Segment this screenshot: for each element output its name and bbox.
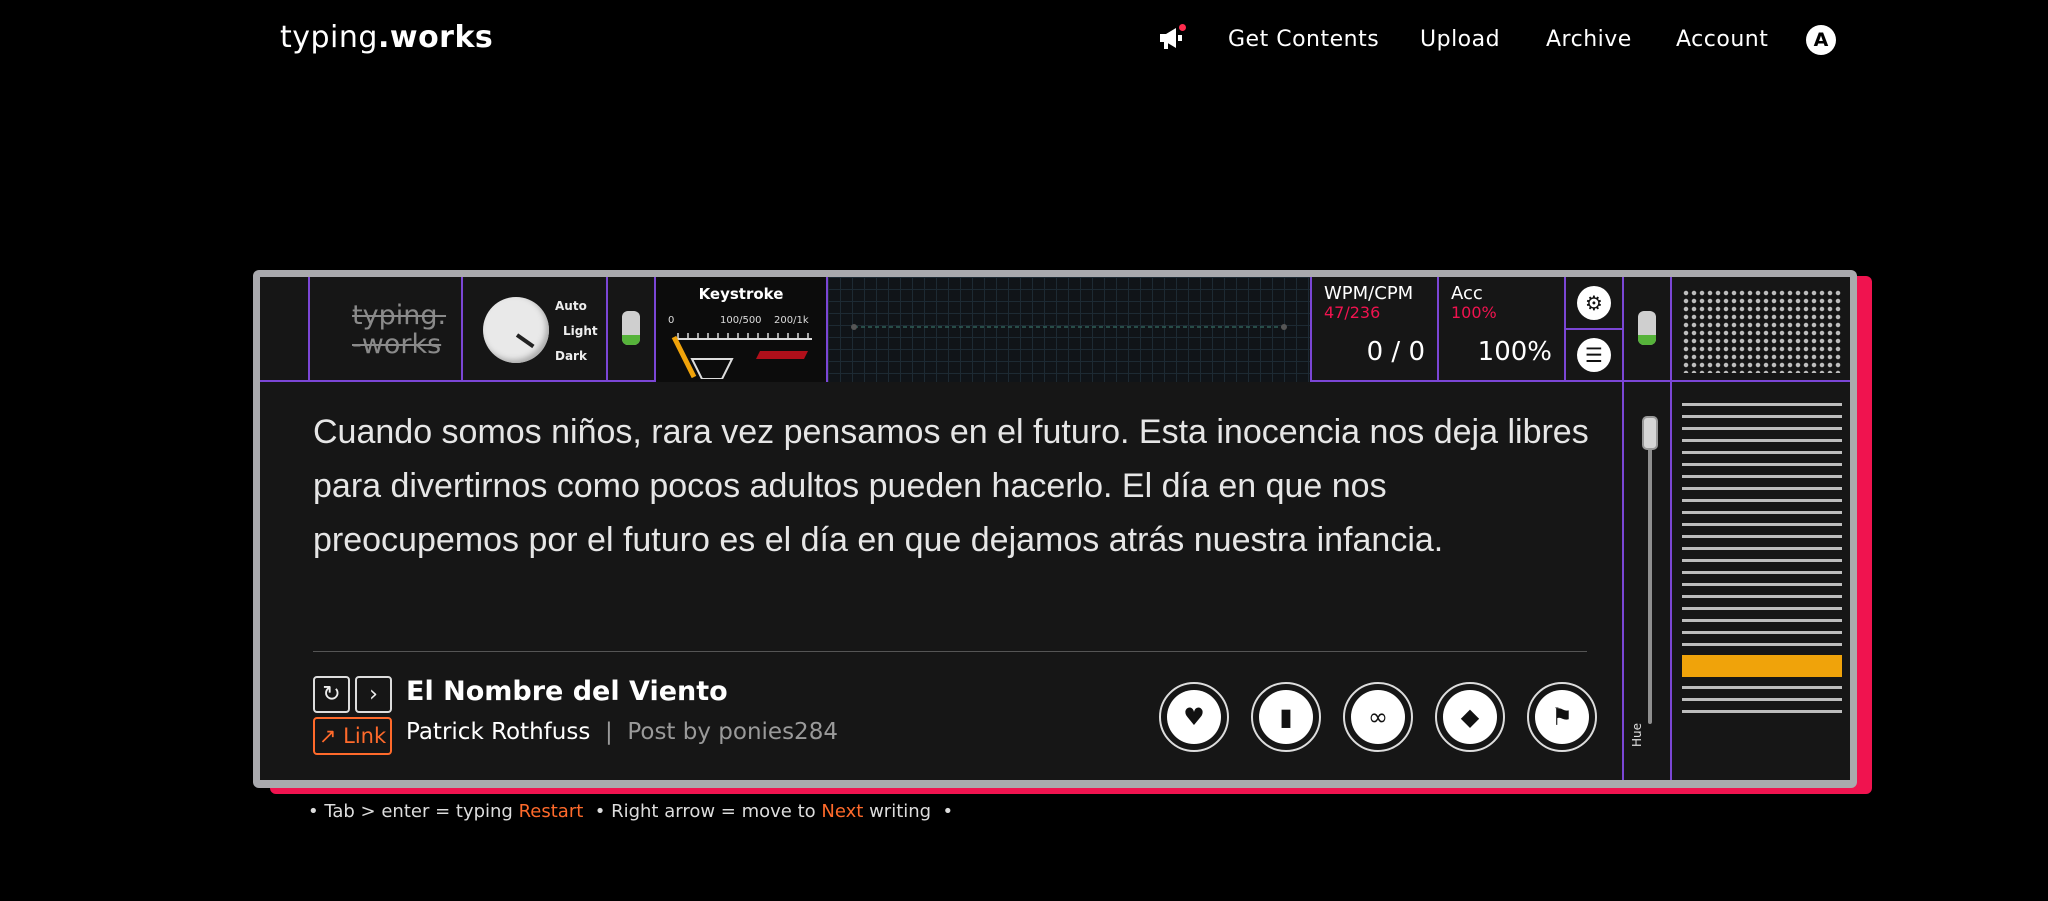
megaphone-icon[interactable] [1158, 24, 1186, 52]
hue-slider-track[interactable] [1648, 438, 1652, 724]
notification-dot [1179, 24, 1186, 31]
acc-label: Acc [1451, 283, 1483, 304]
power-toggle-right[interactable] [1638, 311, 1656, 345]
wpm-cell: WPM/CPM 47/236 0 / 0 [1312, 277, 1439, 382]
toggle-cell-left [608, 277, 656, 382]
brand-cell: typing. -works [310, 277, 463, 382]
avatar[interactable]: A [1806, 25, 1836, 55]
report-button[interactable]: ⚑ [1527, 682, 1597, 752]
speed-graph [828, 277, 1312, 382]
left-cap [260, 277, 310, 382]
level-highlight [1682, 655, 1842, 677]
keystroke-tick: 100/500 [720, 315, 762, 326]
theme-auto-label[interactable]: Auto [555, 299, 587, 313]
heart-icon: ♥ [1167, 690, 1221, 744]
wpm-label: WPM/CPM [1324, 283, 1414, 304]
theme-knob[interactable] [483, 297, 549, 363]
theme-knob-cell: Auto Light Dark [463, 277, 608, 382]
source-link-button[interactable]: ↗ Link [313, 717, 392, 755]
restart-button[interactable]: ↻ [313, 676, 350, 713]
theme-dark-label[interactable]: Dark [555, 349, 587, 363]
typing-passage[interactable]: Cuando somos niños, rara vez pensamos en… [313, 405, 1593, 567]
top-navigation: typing.works Get Contents Upload Archive… [0, 0, 2048, 80]
hue-label: Hue [1630, 722, 1644, 747]
erase-button[interactable]: ◆ [1435, 682, 1505, 752]
divider [313, 651, 1587, 652]
acc-current: 100% [1477, 337, 1552, 367]
keystroke-tick: 200/1k [774, 315, 809, 326]
keystroke-meter [671, 333, 812, 379]
flag-icon: ⚑ [1535, 690, 1589, 744]
site-logo[interactable]: typing.works [280, 20, 493, 55]
list-menu-icon[interactable]: ☰ [1577, 338, 1611, 372]
wpm-current: 0 / 0 [1366, 337, 1425, 367]
acc-value: 100% [1451, 303, 1497, 322]
keystroke-title: Keystroke [698, 285, 784, 303]
like-button[interactable]: ♥ [1159, 682, 1229, 752]
speaker-dots [1682, 289, 1842, 373]
toggle-cell-right [1624, 277, 1672, 382]
bookmark-button[interactable]: ▮ [1251, 682, 1321, 752]
nav-archive[interactable]: Archive [1546, 27, 1632, 52]
bookmark-icon: ▮ [1259, 690, 1313, 744]
work-title: El Nombre del Viento [406, 676, 728, 707]
theme-light-label[interactable]: Light [563, 324, 598, 338]
eraser-icon: ◆ [1443, 690, 1497, 744]
hint-next: Next [821, 801, 864, 822]
hint-restart: Restart [518, 801, 584, 822]
hue-slider-knob[interactable] [1642, 416, 1658, 450]
accuracy-cell: Acc 100% 100% [1439, 277, 1566, 382]
chain-link-icon: ∞ [1351, 690, 1405, 744]
nav-account[interactable]: Account [1676, 27, 1768, 52]
keyboard-hints: • Tab > enter = typing Restart • Right a… [308, 801, 954, 822]
hue-slider-column: Hue [1622, 382, 1672, 780]
keystroke-gauge: Keystroke 0 100/500 200/1k [656, 277, 828, 382]
speaker-grille [1672, 277, 1850, 382]
author-name[interactable]: Patrick Rothfuss [406, 719, 590, 745]
copy-link-button[interactable]: ∞ [1343, 682, 1413, 752]
nav-get-contents[interactable]: Get Contents [1228, 27, 1379, 52]
menu-cell: ⚙ ☰ [1566, 277, 1624, 382]
typing-panel: typing. -works Auto Light Dark Keystroke… [260, 277, 1850, 780]
top-control-bar: typing. -works Auto Light Dark Keystroke… [260, 277, 1850, 382]
level-meter [1682, 403, 1842, 722]
author-line: Patrick Rothfuss | Post by ponies284 [406, 719, 838, 745]
device-brand: typing. -works [352, 300, 447, 360]
nav-upload[interactable]: Upload [1420, 27, 1500, 52]
settings-gear-icon[interactable]: ⚙ [1577, 286, 1611, 320]
post-by[interactable]: Post by ponies284 [627, 719, 838, 745]
keystroke-tick: 0 [668, 315, 675, 326]
power-toggle-left[interactable] [622, 311, 640, 345]
wpm-value: 47/236 [1324, 303, 1381, 322]
next-button[interactable]: › [355, 676, 392, 713]
